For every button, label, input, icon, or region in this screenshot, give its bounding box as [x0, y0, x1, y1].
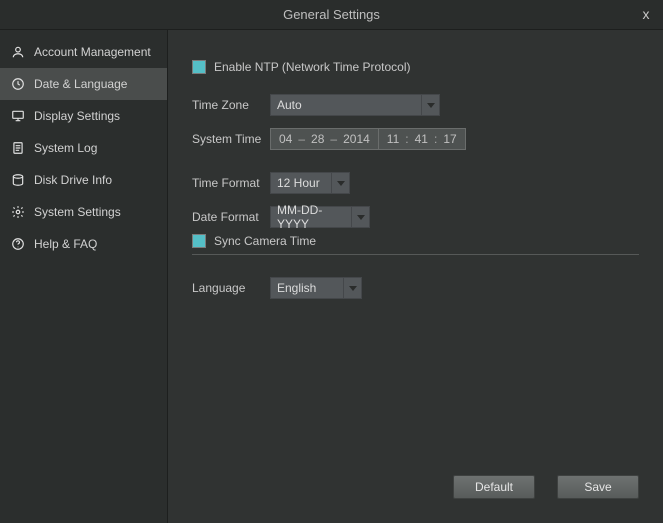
chevron-down-icon	[351, 207, 369, 227]
sync-camera-checkbox[interactable]	[192, 234, 206, 248]
close-button[interactable]: x	[635, 4, 657, 26]
enable-ntp-row: Enable NTP (Network Time Protocol)	[192, 60, 639, 74]
sidebar-item-label: Date & Language	[34, 77, 127, 91]
sidebar-item-label: System Log	[34, 141, 97, 155]
timezone-row: Time Zone Auto	[192, 88, 639, 122]
language-label: Language	[192, 281, 270, 295]
system-datetime-input[interactable]: 04 – 28 – 2014 11 : 41 : 17	[270, 128, 466, 150]
time-mm: 41	[415, 132, 428, 146]
help-icon	[10, 236, 26, 252]
date-mm: 04	[279, 132, 292, 146]
sidebar-item-label: Disk Drive Info	[34, 173, 112, 187]
sidebar-item-account-management[interactable]: Account Management	[0, 36, 167, 68]
dateformat-value: MM-DD-YYYY	[277, 203, 349, 231]
time-sep: :	[434, 132, 437, 146]
systemtime-label: System Time	[192, 132, 270, 146]
language-row: Language English	[192, 271, 639, 305]
sync-camera-label: Sync Camera Time	[214, 234, 316, 248]
timeformat-select[interactable]: 12 Hour	[270, 172, 350, 194]
user-icon	[10, 44, 26, 60]
dateformat-select[interactable]: MM-DD-YYYY	[270, 206, 370, 228]
clock-icon	[10, 76, 26, 92]
sidebar-item-display-settings[interactable]: Display Settings	[0, 100, 167, 132]
content-panel: Enable NTP (Network Time Protocol) Time …	[168, 30, 663, 523]
timeformat-value: 12 Hour	[277, 176, 320, 190]
timezone-select[interactable]: Auto	[270, 94, 440, 116]
systemtime-row: System Time 04 – 28 – 2014 11 : 41 : 17	[192, 122, 639, 156]
gear-icon	[10, 204, 26, 220]
system-time-box[interactable]: 11 : 41 : 17	[378, 128, 466, 150]
system-date-box[interactable]: 04 – 28 – 2014	[270, 128, 378, 150]
sync-camera-row: Sync Camera Time	[192, 234, 639, 248]
window-title: General Settings	[283, 7, 380, 22]
sidebar-item-label: Account Management	[34, 45, 151, 59]
time-sep: :	[405, 132, 408, 146]
chevron-down-icon	[331, 173, 349, 193]
sidebar-item-disk-drive-info[interactable]: Disk Drive Info	[0, 164, 167, 196]
timezone-label: Time Zone	[192, 98, 270, 112]
sidebar-item-label: Display Settings	[34, 109, 120, 123]
sidebar-item-date-language[interactable]: Date & Language	[0, 68, 167, 100]
sidebar-item-label: Help & FAQ	[34, 237, 97, 251]
sidebar: Account Management Date & Language Displ…	[0, 30, 168, 523]
date-sep: –	[330, 132, 337, 146]
footer-buttons: Default Save	[453, 475, 639, 499]
timeformat-row: Time Format 12 Hour	[192, 166, 639, 200]
date-sep: –	[298, 132, 305, 146]
dateformat-label: Date Format	[192, 210, 270, 224]
default-button[interactable]: Default	[453, 475, 535, 499]
enable-ntp-checkbox[interactable]	[192, 60, 206, 74]
enable-ntp-label: Enable NTP (Network Time Protocol)	[214, 60, 411, 74]
save-button[interactable]: Save	[557, 475, 639, 499]
sidebar-item-system-log[interactable]: System Log	[0, 132, 167, 164]
timeformat-label: Time Format	[192, 176, 270, 190]
language-select[interactable]: English	[270, 277, 362, 299]
sidebar-item-label: System Settings	[34, 205, 121, 219]
dateformat-row: Date Format MM-DD-YYYY	[192, 200, 639, 234]
timezone-value: Auto	[277, 98, 302, 112]
date-yyyy: 2014	[343, 132, 370, 146]
titlebar: General Settings x	[0, 0, 663, 30]
monitor-icon	[10, 108, 26, 124]
section-divider	[192, 254, 639, 255]
close-icon: x	[643, 6, 650, 22]
log-icon	[10, 140, 26, 156]
time-ss: 17	[443, 132, 456, 146]
chevron-down-icon	[421, 95, 439, 115]
date-dd: 28	[311, 132, 324, 146]
chevron-down-icon	[343, 278, 361, 298]
language-value: English	[277, 281, 316, 295]
time-hh: 11	[387, 132, 399, 146]
sidebar-item-help-faq[interactable]: Help & FAQ	[0, 228, 167, 260]
disk-icon	[10, 172, 26, 188]
sidebar-item-system-settings[interactable]: System Settings	[0, 196, 167, 228]
